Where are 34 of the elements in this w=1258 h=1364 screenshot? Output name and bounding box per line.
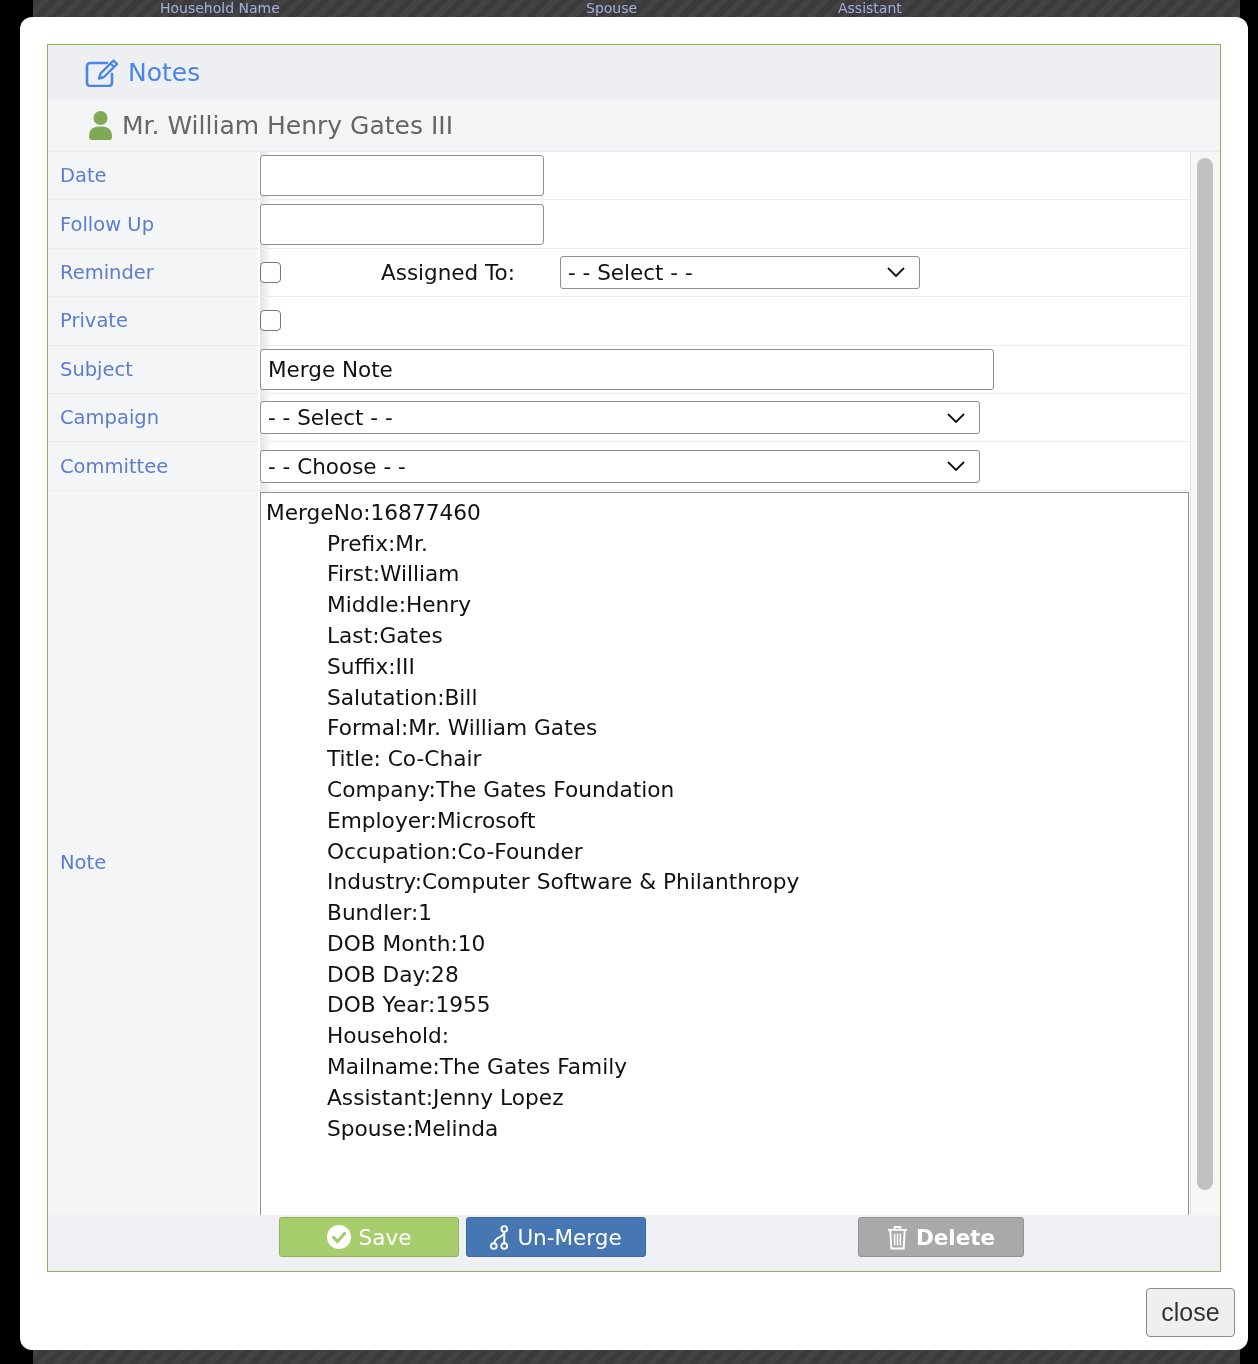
field-label: Committee [48,442,258,490]
select-dropdown[interactable]: - - Select - - [260,401,980,435]
date-field[interactable] [260,203,544,245]
select-dropdown[interactable]: - - Choose - - [260,449,980,483]
field-label: Follow Up [48,200,258,248]
edit-note-icon [85,58,119,87]
chevron-down-icon [947,412,965,423]
field-label: Date [48,152,258,200]
contact-name: Mr. William Henry Gates III [122,111,454,140]
checkbox[interactable] [260,310,281,332]
column-header: Spouse [586,0,639,16]
field-label: Note [48,490,258,1215]
select-dropdown[interactable]: - - Select - - [559,255,920,289]
field-label: Campaign [48,393,258,442]
column-header: Household Name [160,0,281,16]
unmerge-button[interactable]: Un-Merge [466,1217,646,1257]
trash-icon [886,1224,908,1250]
person-icon [89,111,112,140]
assigned-to-label: Assigned To: [381,259,515,285]
chevron-down-icon [886,267,905,278]
field-label: Subject [48,345,258,393]
field-label: Private [48,297,258,345]
column-header: Assistant [838,0,902,16]
branch-icon [490,1224,510,1250]
dialog-title: Notes [128,58,201,87]
text-field[interactable]: Merge Note [260,348,994,390]
scrollbar-thumb[interactable] [1197,158,1213,1190]
chevron-down-icon [947,461,965,472]
note-textarea[interactable]: MergeNo:16877460 Prefix:Mr. First:William Middle:Henry Last:Gates Suffix:III Salutation:Bill Formal:Mr. William Gates Title: Co-Chair Company:The Gates Foundation Employer:Microsoft Occupation:Co-Founder Industry:Computer Software & Philanthropy Bundler:1 DOB Month:10 DOB Day:28 DOB Year:1955 Household: Mailname:The Gates Family Assistant:Jenny Lopez Spouse:Melinda [260,491,1189,1215]
close-button[interactable]: close [1146,1288,1235,1337]
checkbox[interactable] [260,261,281,283]
check-circle-icon [326,1225,351,1249]
date-field[interactable] [260,155,544,197]
field-label: Reminder [48,248,258,297]
